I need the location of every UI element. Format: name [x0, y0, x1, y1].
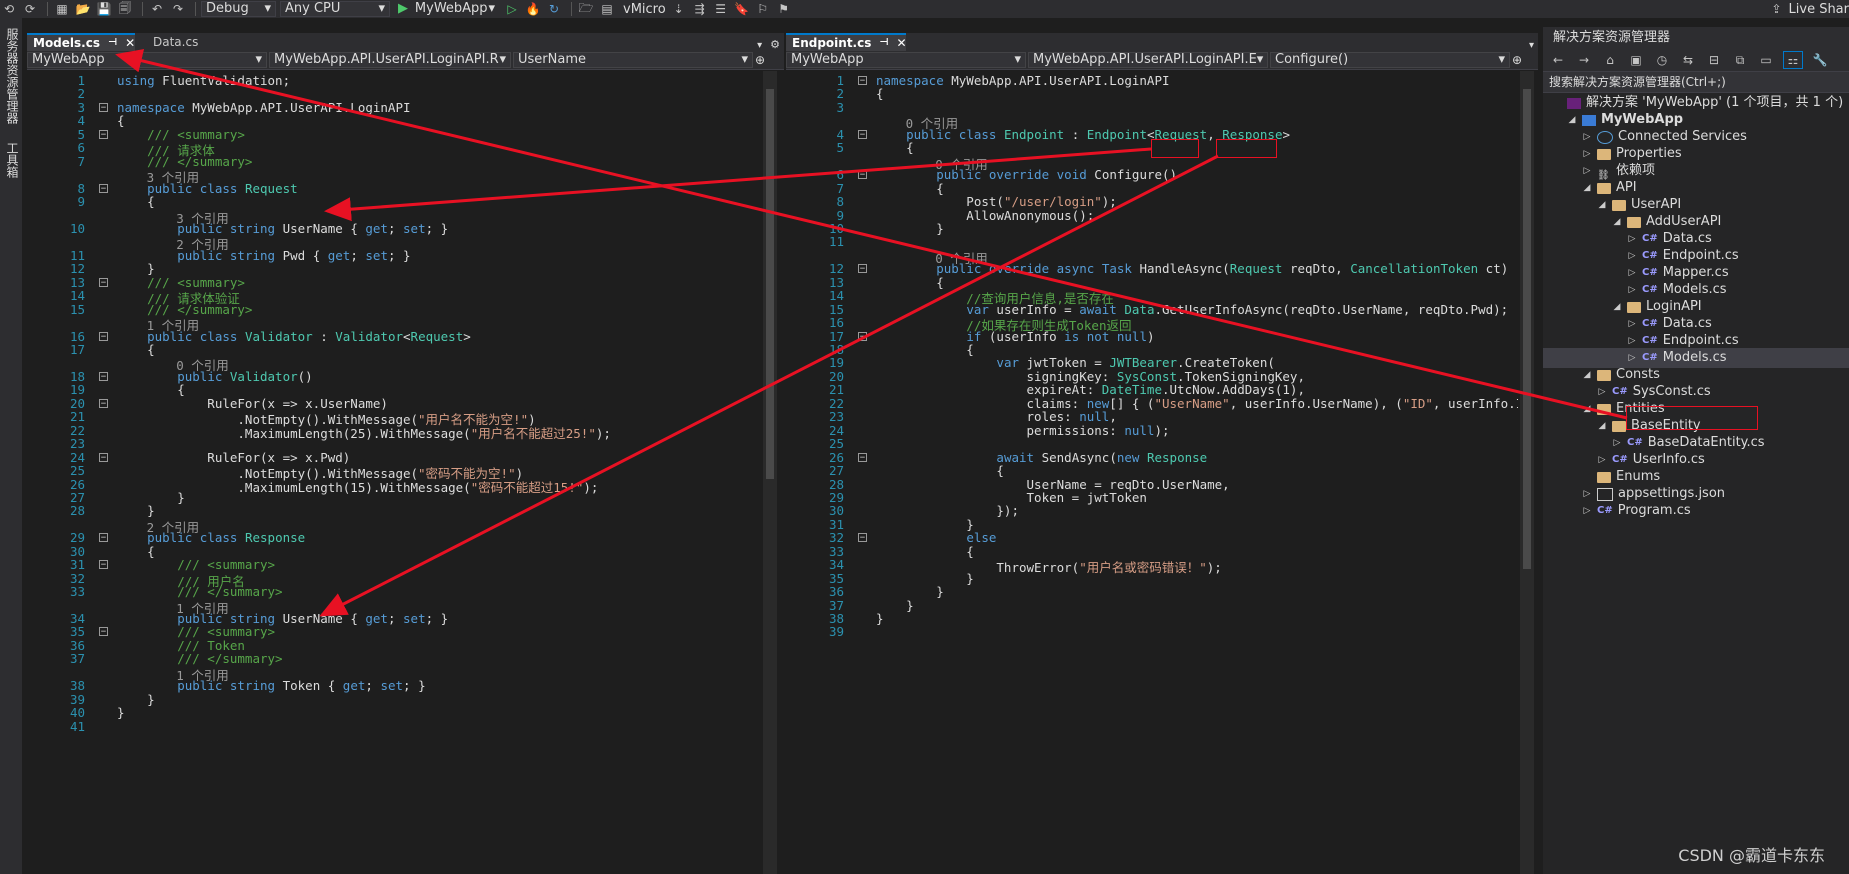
arrow-to-request-class [324, 147, 1152, 222]
watermark: CSDN @霸道卡东东 [1678, 846, 1825, 865]
annotation-arrows [115, 48, 1628, 617]
arrow-to-response-class [319, 154, 1219, 617]
arrow-to-models-tab [115, 48, 1628, 420]
